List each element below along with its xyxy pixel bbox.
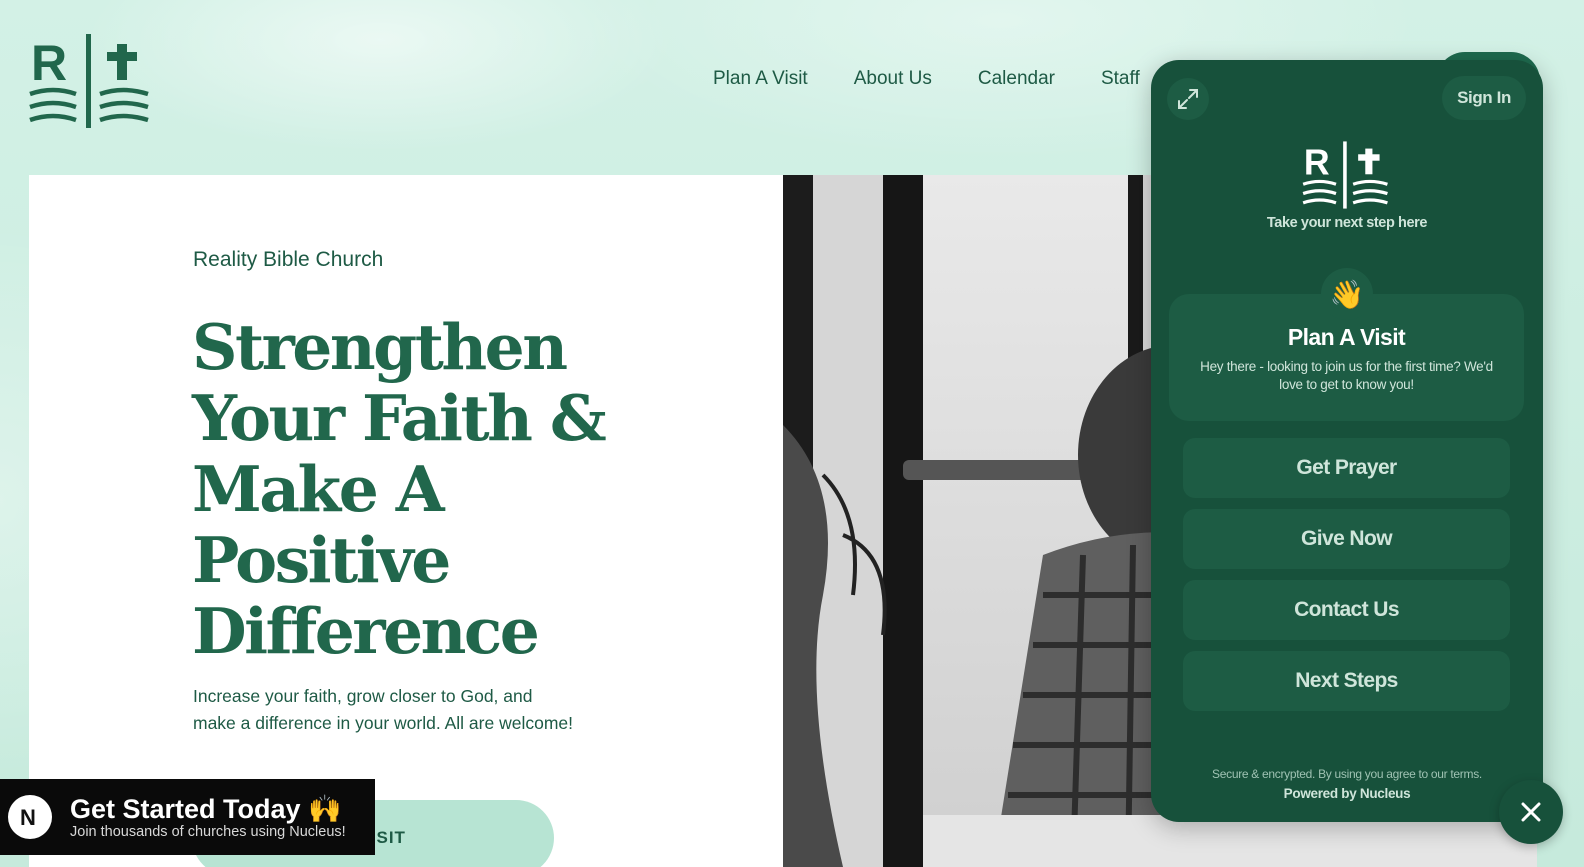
svg-text:R: R [31, 35, 67, 91]
powered-by-nucleus: Powered by Nucleus [1283, 786, 1411, 801]
next-steps-widget: Sign In R Take your next step here Plan … [1151, 60, 1543, 822]
promo-title: Get Started Today 🙌 [70, 793, 342, 824]
nav-calendar[interactable]: Calendar [978, 68, 1055, 90]
get-prayer-button[interactable]: Get Prayer [1183, 438, 1510, 498]
sign-in-button[interactable]: Sign In [1442, 76, 1526, 120]
promo-subtitle: Join thousands of churches using Nucleus… [70, 823, 346, 840]
hero-subtext: Increase your faith, grow closer to God,… [193, 686, 573, 733]
church-logo[interactable]: R [28, 32, 152, 130]
church-name: Reality Bible Church [193, 248, 384, 271]
contact-us-button[interactable]: Contact Us [1183, 580, 1510, 640]
nav-staff[interactable]: Staff [1101, 68, 1140, 90]
give-now-button[interactable]: Give Now [1183, 509, 1510, 569]
expand-button[interactable] [1167, 78, 1209, 120]
expand-icon [1178, 89, 1198, 109]
svg-text:R: R [1304, 142, 1330, 182]
next-steps-button[interactable]: Next Steps [1183, 651, 1510, 711]
widget-terms-text: Secure & encrypted. By using you agree t… [1212, 767, 1482, 781]
nav-about-us[interactable]: About Us [854, 68, 932, 90]
plan-a-visit-card-title: Plan A Visit [1287, 324, 1406, 350]
hero-headline: Strengthen Your Faith & Make A Positive … [192, 310, 607, 668]
nav-plan-a-visit[interactable]: Plan A Visit [713, 68, 808, 90]
nucleus-promo-badge[interactable]: N Get Started Today 🙌 Join thousands of … [0, 779, 375, 855]
svg-text:N: N [20, 805, 36, 830]
main-nav: Plan A Visit About Us Calendar Staff [713, 68, 1186, 90]
plan-a-visit-card-description: Hey there - looking to join us for the f… [1200, 359, 1493, 392]
close-widget-button[interactable] [1499, 780, 1563, 844]
waving-hand-icon: 👋 [1321, 268, 1373, 320]
widget-church-logo: R [1302, 141, 1388, 209]
close-icon [1521, 802, 1541, 822]
widget-tagline: Take your next step here [1266, 215, 1428, 231]
nucleus-logo-icon: N [8, 795, 52, 839]
